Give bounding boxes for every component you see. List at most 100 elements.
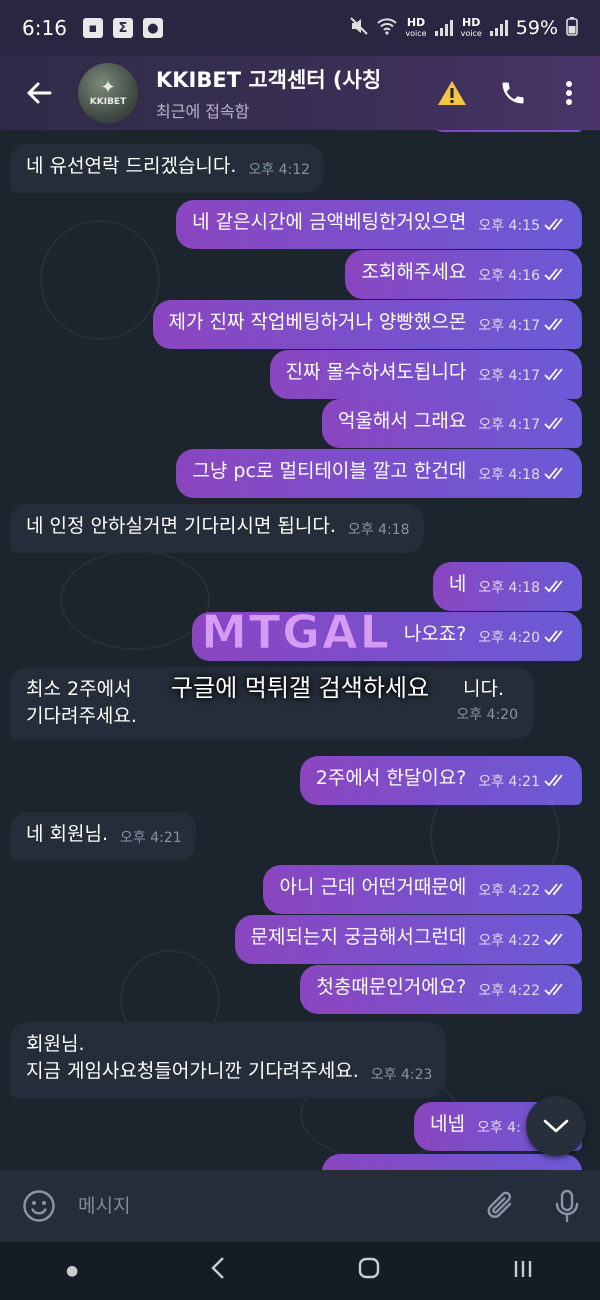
emoji-button[interactable] (0, 1189, 78, 1223)
message-bubble-outgoing[interactable]: 네 같은시간에 금액베팅한거있으면 오후 4:15 (176, 200, 582, 249)
scroll-down-button[interactable] (526, 1096, 586, 1156)
message-text: 지금 게임사요청들어가니깐 기다려주세요. (26, 1060, 359, 1082)
more-menu-button[interactable] (543, 63, 595, 123)
message-time: 오후 4:22 (478, 983, 540, 999)
message-text: 기다려주세요. (26, 705, 137, 727)
message-time: 오후 4:18 (478, 580, 540, 596)
double-check-icon (544, 368, 563, 381)
message-bubble-incoming[interactable]: 네 인정 안하실거면 기다리시면 됩니다. 오후 4:18 (10, 504, 424, 553)
image-icon: ▪ (82, 18, 103, 38)
hd-voice-icon: HD voice (405, 15, 427, 38)
message-bubble-outgoing[interactable] (322, 1154, 582, 1170)
mute-icon (349, 16, 369, 41)
nav-dot-icon[interactable]: ● (66, 1263, 78, 1279)
message-bubble-outgoing[interactable]: 아니 근데 어떤거때문에 오후 4:22 (263, 865, 582, 914)
message-text: 아니 근데 어떤거때문에 (279, 876, 467, 898)
message-time: 오후 4:17 (478, 417, 540, 433)
message-time: 오후 4:20 (478, 630, 540, 646)
message-time: 오후 4:21 (478, 774, 540, 790)
chevron-down-icon (543, 1119, 569, 1133)
message-list[interactable]: 네 유선연락 드리겠습니다. 오후 4:12 네 같은시간에 금액베팅한거있으면 오… (0, 130, 600, 1170)
message-time: 오후 4:15 (478, 218, 540, 234)
message-bubble-outgoing[interactable]: 네 오후 4:18 (432, 562, 582, 611)
message-time: 오후 4:12 (248, 162, 311, 178)
message-input[interactable] (78, 1181, 468, 1231)
message-time: 오후 4:22 (478, 933, 540, 949)
double-check-icon (544, 318, 563, 331)
contact-icon: ● (142, 18, 163, 38)
double-check-icon (544, 883, 563, 896)
double-check-icon (544, 467, 563, 480)
emoji-icon (23, 1190, 55, 1222)
double-check-icon (544, 417, 563, 430)
chat-title-area[interactable]: KKIBET 고객센터 (사칭 최근에 접속함 (156, 64, 431, 122)
avatar-text: KKIBET (89, 97, 127, 107)
hd-voice-icon: HD voice (460, 15, 482, 38)
nav-home-button[interactable] (358, 1256, 380, 1286)
message-time: 오후 4:22 (478, 883, 540, 899)
message-bubble-outgoing[interactable]: 첫충때문인거에요? 오후 4:22 (300, 965, 582, 1014)
message-text: 네 회원님. (26, 823, 108, 845)
message-text: 첫충때문인거에요? (316, 976, 467, 998)
double-check-icon (544, 983, 563, 996)
message-bubble-outgoing[interactable] (432, 130, 582, 132)
message-bubble-outgoing[interactable]: 억울해서 그래요 오후 4:17 (321, 399, 582, 448)
message-text: 회원님. (26, 1033, 85, 1055)
message-time: 오후 4:17 (478, 368, 540, 384)
double-check-icon (544, 268, 563, 281)
message-bubble-outgoing[interactable]: 그냥 pc로 멀티테이블 깔고 한건데 오후 4:18 (176, 449, 582, 498)
message-bubble-incoming[interactable]: 회원님. 지금 게임사요청들어가니깐 기다려주세요. 오후 4:23 (10, 1022, 447, 1098)
message-bubble-outgoing[interactable]: 조회해주세요 오후 4:16 (345, 250, 582, 299)
message-text: 억울해서 그래요 (337, 410, 467, 432)
signal-icon (489, 20, 508, 36)
message-time: 오후 4:18 (478, 467, 540, 483)
message-bubble-outgoing[interactable]: 2주에서 한달이요? 오후 4:21 (299, 756, 582, 805)
voice-record-button[interactable] (534, 1189, 600, 1223)
message-text: 그냥 pc로 멀티테이블 깔고 한건데 (192, 460, 467, 482)
message-bubble-outgoing[interactable]: 제가 진짜 작업베팅하거나 양빵했으몬 오후 4:17 (152, 300, 582, 349)
nav-back-icon (211, 1256, 224, 1279)
message-text: 진짜 몰수하셔도됩니다 (285, 361, 467, 383)
wifi-icon (377, 17, 398, 40)
message-time: 오후 4:20 (456, 707, 518, 723)
back-button[interactable] (0, 56, 78, 130)
double-check-icon (544, 774, 563, 787)
last-seen-status: 최근에 접속함 (156, 102, 250, 121)
call-button[interactable] (483, 63, 543, 123)
paperclip-icon (487, 1191, 512, 1218)
double-check-icon (544, 933, 563, 946)
message-text: 네 유선연락 드리겠습니다. (26, 155, 237, 177)
message-text: 네 같은시간에 금액베팅한거있으면 (192, 211, 467, 233)
nav-home-icon (358, 1257, 380, 1279)
message-time: 오후 4:16 (478, 268, 540, 284)
nav-back-button[interactable] (210, 1256, 226, 1287)
chat-title: KKIBET 고객센터 (사칭 (156, 68, 382, 92)
message-text: 네 (448, 573, 467, 595)
attach-button[interactable] (468, 1189, 534, 1223)
message-time: 오후 4:17 (478, 318, 540, 334)
message-bubble-incoming[interactable]: 네 회원님. 오후 4:21 (10, 812, 196, 861)
watermark-logo: MTGAL (201, 605, 391, 660)
message-text: 2주에서 한달이요? (315, 767, 467, 789)
battery-percent: 59% (515, 17, 558, 39)
message-text: 네넵 (430, 1113, 465, 1135)
message-text: 나오죠? (403, 623, 467, 645)
back-arrow-icon (27, 82, 52, 104)
avatar[interactable]: ✦ KKIBET (78, 63, 138, 123)
signal-icon (434, 20, 453, 36)
message-text: 조회해주세요 (361, 261, 467, 283)
message-bubble-incoming[interactable]: 네 유선연락 드리겠습니다. 오후 4:12 (10, 144, 325, 193)
chat-header: ✦ KKIBET KKIBET 고객센터 (사칭 최근에 접속함 (0, 56, 600, 130)
microphone-icon (555, 1189, 579, 1223)
phone-icon (502, 82, 524, 104)
message-text: 문제되는지 궁금해서그런데 (250, 926, 467, 948)
double-check-icon (544, 630, 563, 643)
message-time: 오후 4:18 (347, 522, 410, 538)
message-bubble-outgoing[interactable]: 문제되는지 궁금해서그런데 오후 4:22 (234, 915, 582, 964)
nav-recents-button[interactable] (512, 1256, 534, 1286)
status-bar: 6:16 ▪ Σ ● HD voice HD voice 59% (0, 0, 600, 56)
double-check-icon (544, 218, 563, 231)
message-bubble-outgoing[interactable]: 진짜 몰수하셔도됩니다 오후 4:17 (269, 350, 582, 399)
system-nav-bar: ● (0, 1242, 600, 1300)
watermark-text: 구글에 먹튀갤 검색하세요 (170, 674, 430, 702)
